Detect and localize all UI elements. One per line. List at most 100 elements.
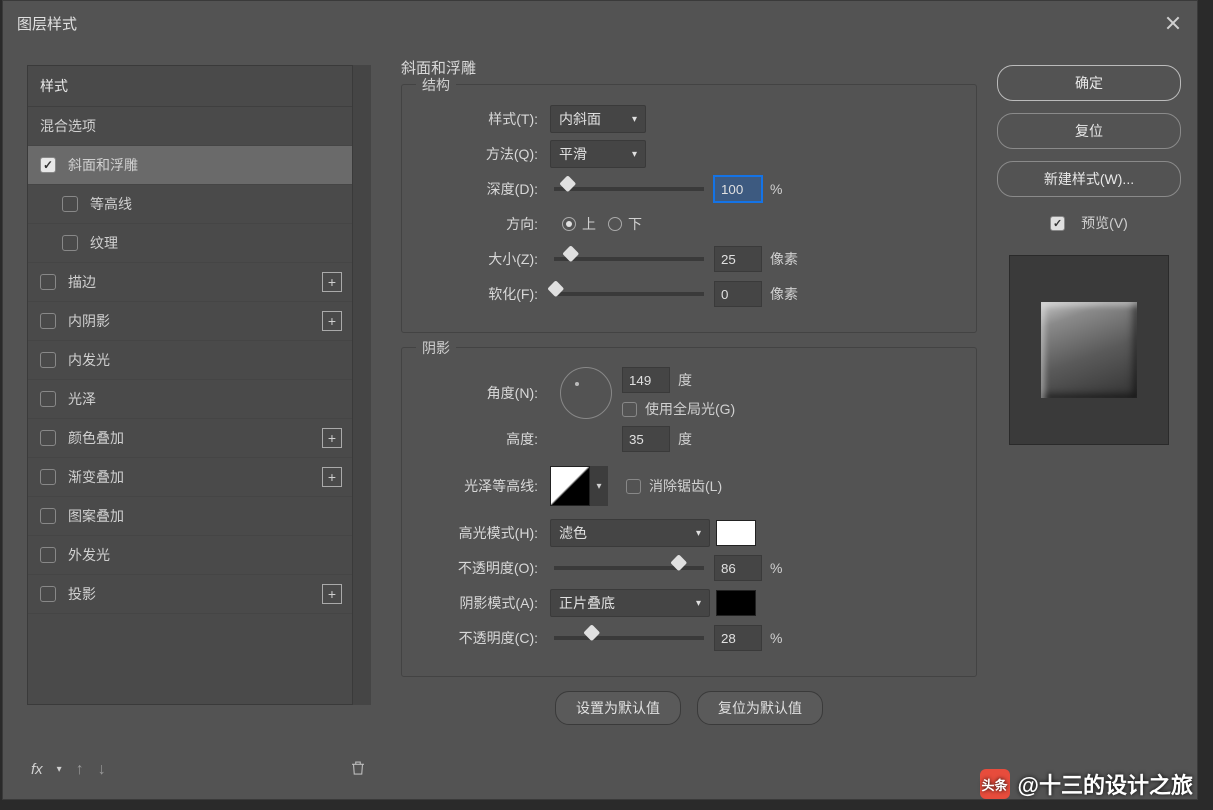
altitude-label: 高度: bbox=[418, 429, 538, 449]
highlight-opacity-input[interactable] bbox=[714, 555, 762, 581]
depth-input[interactable] bbox=[714, 176, 762, 202]
sidebar-footer: fx ▾ ↑ ↓ bbox=[27, 750, 371, 789]
plus-icon[interactable]: + bbox=[322, 272, 342, 292]
angle-input[interactable] bbox=[622, 367, 670, 393]
shadow-mode-select[interactable]: 正片叠底▾ bbox=[550, 589, 710, 617]
technique-select[interactable]: 平滑▾ bbox=[550, 140, 646, 168]
checkbox-icon[interactable] bbox=[40, 313, 56, 329]
settings-panel: 斜面和浮雕 结构 样式(T): 内斜面▾ 方法(Q): 平滑▾ 深度(D): % bbox=[383, 45, 987, 799]
plus-icon[interactable]: + bbox=[322, 311, 342, 331]
style-select[interactable]: 内斜面▾ bbox=[550, 105, 646, 133]
shadow-opacity-label: 不透明度(C): bbox=[418, 628, 538, 648]
checkbox-icon[interactable] bbox=[40, 469, 56, 485]
highlight-opacity-label: 不透明度(O): bbox=[418, 558, 538, 578]
angle-dial[interactable] bbox=[560, 367, 612, 419]
styles-list: 样式 混合选项 斜面和浮雕等高线纹理描边 + 内阴影 + 内发光光泽颜色叠加 + 渐变叠加 +… bbox=[27, 65, 353, 705]
plus-icon[interactable]: + bbox=[322, 467, 342, 487]
direction-down-radio[interactable] bbox=[608, 217, 622, 231]
fx-menu-icon[interactable]: fx bbox=[31, 761, 43, 778]
checkbox-icon[interactable] bbox=[40, 274, 56, 290]
sidebar-item-outer-glow[interactable]: 外发光 bbox=[28, 536, 352, 575]
make-default-button[interactable]: 设置为默认值 bbox=[555, 691, 681, 725]
sidebar-item-bevel-emboss[interactable]: 斜面和浮雕 bbox=[28, 146, 352, 185]
close-icon[interactable] bbox=[1163, 13, 1183, 33]
chevron-down-icon[interactable]: ▾ bbox=[57, 764, 62, 775]
sidebar-item-label: 渐变叠加 bbox=[68, 467, 124, 487]
sidebar-item-inner-glow[interactable]: 内发光 bbox=[28, 341, 352, 380]
size-input[interactable] bbox=[714, 246, 762, 272]
sidebar-item-label: 纹理 bbox=[90, 233, 118, 253]
checkbox-icon[interactable] bbox=[40, 547, 56, 563]
highlight-mode-select[interactable]: 滤色▾ bbox=[550, 519, 710, 547]
panel-title: 斜面和浮雕 bbox=[401, 57, 977, 78]
gloss-contour-picker[interactable] bbox=[550, 466, 590, 506]
soften-label: 软化(F): bbox=[418, 284, 538, 304]
reset-default-button[interactable]: 复位为默认值 bbox=[697, 691, 823, 725]
sidebar-item-label: 内阴影 bbox=[68, 311, 110, 331]
sidebar-scrollbar[interactable] bbox=[353, 65, 371, 705]
sidebar-item-contour[interactable]: 等高线 bbox=[28, 185, 352, 224]
preview-label: 预览(V) bbox=[1081, 213, 1128, 233]
checkbox-icon[interactable] bbox=[40, 157, 56, 173]
window-title: 图层样式 bbox=[17, 13, 77, 34]
plus-icon[interactable]: + bbox=[322, 584, 342, 604]
style-label: 样式(T): bbox=[418, 109, 538, 129]
shading-group: 阴影 角度(N): 度 使用全局光(G) bbox=[401, 347, 977, 677]
checkbox-icon[interactable] bbox=[40, 430, 56, 446]
sidebar-item-stroke[interactable]: 描边 + bbox=[28, 263, 352, 302]
gloss-contour-dropdown[interactable]: ▾ bbox=[590, 466, 608, 506]
watermark: 头条 @十三的设计之旅 bbox=[980, 768, 1193, 800]
blending-options[interactable]: 混合选项 bbox=[28, 107, 352, 146]
watermark-text: @十三的设计之旅 bbox=[1018, 768, 1193, 800]
preview-checkbox[interactable] bbox=[1050, 216, 1065, 231]
plus-icon[interactable]: + bbox=[322, 428, 342, 448]
shadow-mode-label: 阴影模式(A): bbox=[418, 593, 538, 613]
sidebar-item-label: 斜面和浮雕 bbox=[68, 155, 138, 175]
soften-slider[interactable] bbox=[554, 292, 704, 296]
soften-input[interactable] bbox=[714, 281, 762, 307]
sidebar-item-color-overlay[interactable]: 颜色叠加 + bbox=[28, 419, 352, 458]
checkbox-icon[interactable] bbox=[40, 391, 56, 407]
shadow-color-swatch[interactable] bbox=[716, 590, 756, 616]
sidebar-item-label: 描边 bbox=[68, 272, 96, 292]
checkbox-icon[interactable] bbox=[62, 235, 78, 251]
checkbox-icon[interactable] bbox=[40, 508, 56, 524]
sidebar-item-label: 图案叠加 bbox=[68, 506, 124, 526]
altitude-input[interactable] bbox=[622, 426, 670, 452]
highlight-color-swatch[interactable] bbox=[716, 520, 756, 546]
sidebar-item-drop-shadow[interactable]: 投影+ bbox=[28, 575, 352, 614]
sidebar-item-satin[interactable]: 光泽 bbox=[28, 380, 352, 419]
sidebar-item-label: 颜色叠加 bbox=[68, 428, 124, 448]
checkbox-icon[interactable] bbox=[40, 586, 56, 602]
arrow-up-icon[interactable]: ↑ bbox=[76, 761, 84, 779]
sidebar-item-label: 内发光 bbox=[68, 350, 110, 370]
highlight-opacity-slider[interactable] bbox=[554, 566, 704, 570]
depth-slider[interactable] bbox=[554, 187, 704, 191]
direction-label: 方向: bbox=[418, 214, 538, 234]
action-column: 确定 复位 新建样式(W)... 预览(V) bbox=[987, 45, 1197, 799]
size-slider[interactable] bbox=[554, 257, 704, 261]
checkbox-icon[interactable] bbox=[40, 352, 56, 368]
shadow-opacity-input[interactable] bbox=[714, 625, 762, 651]
size-label: 大小(Z): bbox=[418, 249, 538, 269]
preview-thumbnail bbox=[1009, 255, 1169, 445]
sidebar-item-pattern-overlay[interactable]: 图案叠加 bbox=[28, 497, 352, 536]
checkbox-icon[interactable] bbox=[62, 196, 78, 212]
styles-header[interactable]: 样式 bbox=[28, 66, 352, 107]
global-light-checkbox[interactable] bbox=[622, 402, 637, 417]
angle-label: 角度(N): bbox=[418, 383, 538, 403]
sidebar-item-inner-shadow[interactable]: 内阴影 + bbox=[28, 302, 352, 341]
titlebar: 图层样式 bbox=[3, 1, 1197, 45]
cancel-button[interactable]: 复位 bbox=[997, 113, 1181, 149]
trash-icon[interactable] bbox=[349, 758, 367, 781]
ok-button[interactable]: 确定 bbox=[997, 65, 1181, 101]
arrow-down-icon[interactable]: ↓ bbox=[98, 761, 106, 779]
sidebar-item-texture[interactable]: 纹理 bbox=[28, 224, 352, 263]
direction-up-radio[interactable] bbox=[562, 217, 576, 231]
new-style-button[interactable]: 新建样式(W)... bbox=[997, 161, 1181, 197]
highlight-mode-label: 高光模式(H): bbox=[418, 523, 538, 543]
shadow-opacity-slider[interactable] bbox=[554, 636, 704, 640]
structure-group: 结构 样式(T): 内斜面▾ 方法(Q): 平滑▾ 深度(D): % 方向: bbox=[401, 84, 977, 333]
antialias-checkbox[interactable] bbox=[626, 479, 641, 494]
sidebar-item-gradient-overlay[interactable]: 渐变叠加 + bbox=[28, 458, 352, 497]
